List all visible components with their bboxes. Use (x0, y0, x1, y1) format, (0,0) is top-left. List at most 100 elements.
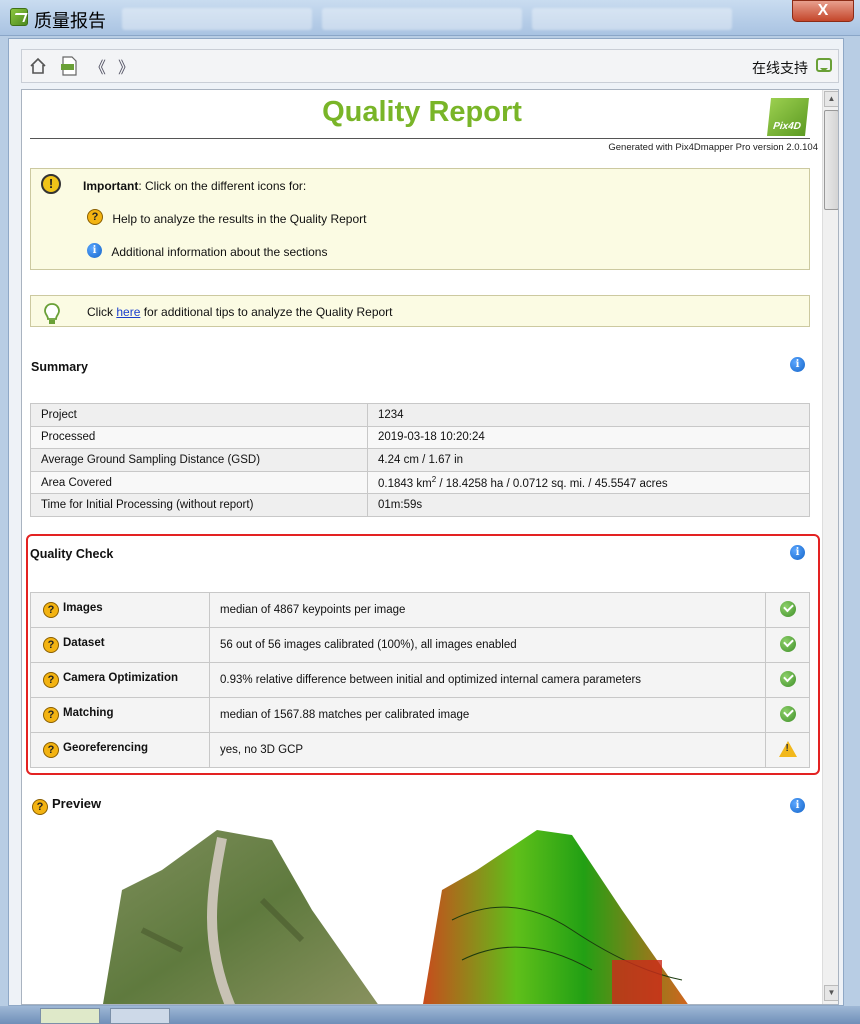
info-legend: i Additional information about the secti… (87, 242, 328, 259)
important-text: : Click on the different icons for: (138, 179, 307, 193)
scroll-down-arrow[interactable]: ▼ (824, 985, 838, 1001)
help-question-icon[interactable]: ? (43, 672, 59, 688)
chat-icon[interactable] (816, 58, 832, 72)
table-row: ? Images median of 4867 keypoints per ima… (30, 592, 810, 628)
summary-section-title: Summary (31, 360, 88, 374)
back-icon[interactable]: 《 (88, 56, 108, 77)
help-legend-text: Help to analyze the results in the Quali… (112, 212, 367, 226)
qc-label-text: Images (63, 602, 103, 614)
help-question-icon[interactable]: ? (43, 602, 59, 618)
preview-title-text: Preview (52, 796, 102, 811)
help-question-icon[interactable]: ? (43, 707, 59, 723)
background-tab-blurred[interactable] (322, 8, 522, 30)
table-row: Time for Initial Processing (without rep… (30, 493, 810, 517)
table-row: Average Ground Sampling Distance (GSD) 4… (30, 448, 810, 472)
window-client-area: 《 》 在线支持 Quality Report Pix4D Generated … (8, 38, 844, 1006)
qc-label-text: Matching (63, 707, 114, 719)
summary-label: Project (30, 403, 368, 427)
important-note-box: ! Important: Click on the different icon… (30, 168, 810, 270)
window-titlebar: 质量报告 X (0, 0, 860, 36)
home-icon[interactable] (28, 56, 48, 76)
window-title: 质量报告 (34, 11, 106, 31)
qc-status (765, 662, 810, 698)
qc-status (765, 697, 810, 733)
info-legend-text: Additional information about the section… (111, 245, 328, 259)
orthomosaic-preview-image (103, 830, 378, 1004)
vertical-scrollbar[interactable]: ▲ ▼ (822, 90, 838, 1004)
qc-status (765, 627, 810, 663)
forward-icon[interactable]: 》 (116, 56, 136, 77)
quality-check-table: ? Images median of 4867 keypoints per ima… (30, 592, 810, 768)
close-button[interactable]: X (792, 0, 854, 22)
help-question-icon[interactable]: ? (87, 209, 103, 225)
report-viewport[interactable]: Quality Report Pix4D Generated with Pix4… (21, 89, 839, 1005)
quality-check-info-icon[interactable]: i (790, 545, 805, 560)
tips-line: Click here for additional tips to analyz… (87, 305, 393, 319)
summary-value: 2019-03-18 10:20:24 (367, 425, 810, 450)
title-divider (30, 138, 810, 139)
warning-triangle-icon (778, 740, 797, 757)
important-label: Important (83, 179, 139, 193)
summary-label: Processed (30, 425, 368, 450)
qc-value: 56 out of 56 images calibrated (100%), a… (209, 627, 766, 663)
qc-label: ? Matching (30, 697, 210, 733)
qc-value: median of 1567.88 matches per calibrated… (209, 697, 766, 733)
background-tab-blurred[interactable] (122, 8, 312, 30)
info-icon[interactable]: i (87, 243, 102, 258)
qc-value: median of 4867 keypoints per image (209, 592, 766, 628)
tips-suffix: for additional tips to analyze the Quali… (140, 305, 393, 319)
scroll-up-arrow[interactable]: ▲ (824, 91, 838, 107)
dsm-preview-image (423, 830, 688, 1004)
preview-info-icon[interactable]: i (790, 798, 805, 813)
table-row: Processed 2019-03-18 10:20:24 (30, 425, 810, 450)
exclamation-icon: ! (41, 174, 61, 194)
taskbar-button[interactable] (110, 1008, 170, 1024)
summary-info-icon[interactable]: i (790, 357, 805, 372)
summary-value: 4.24 cm / 1.67 in (367, 448, 810, 472)
ok-check-icon (779, 670, 796, 687)
summary-table: Project 1234 Processed 2019-03-18 10:20:… (30, 403, 810, 517)
qc-label: ? Georeferencing (30, 732, 210, 768)
help-legend: ? Help to analyze the results in the Qua… (87, 209, 367, 226)
pix4d-logo: Pix4D (767, 98, 809, 136)
summary-value: 01m:59s (367, 493, 810, 517)
tips-prefix: Click (87, 305, 117, 319)
table-row: ? Georeferencing yes, no 3D GCP (30, 732, 810, 768)
quality-check-section-title: Quality Check (30, 547, 114, 561)
qc-value: yes, no 3D GCP (209, 732, 766, 768)
ok-check-icon (779, 705, 796, 722)
tips-here-link[interactable]: here (116, 305, 140, 319)
help-question-icon[interactable]: ? (43, 742, 59, 758)
qc-status (765, 592, 810, 628)
tips-note-box: Click here for additional tips to analyz… (30, 295, 810, 327)
report-title: Quality Report (322, 96, 522, 128)
help-question-icon[interactable]: ? (43, 637, 59, 653)
summary-label: Average Ground Sampling Distance (GSD) (30, 448, 368, 472)
toolbar: 《 》 在线支持 (21, 49, 839, 83)
generated-with-text: Generated with Pix4Dmapper Pro version 2… (608, 142, 818, 153)
table-row: ? Matching median of 1567.88 matches per … (30, 697, 810, 733)
qc-label: ? Camera Optimization (30, 662, 210, 698)
taskbar (0, 1006, 860, 1024)
scroll-thumb[interactable] (824, 110, 838, 210)
background-tab-blurred[interactable] (532, 8, 732, 30)
table-row: ? Dataset 56 out of 56 images calibrated … (30, 627, 810, 663)
area-value-rest: / 18.4258 ha / 0.0712 sq. mi. / 45.5547 … (436, 477, 668, 490)
ok-check-icon (779, 600, 796, 617)
qc-value: 0.93% relative difference between initia… (209, 662, 766, 698)
app-icon (10, 8, 28, 26)
ok-check-icon (779, 635, 796, 652)
summary-label: Time for Initial Processing (without rep… (30, 493, 368, 517)
qc-label: ? Images (30, 592, 210, 628)
area-value-main: 0.1843 km (378, 477, 432, 490)
summary-label: Area Covered (30, 470, 368, 495)
qc-label-text: Dataset (63, 637, 105, 649)
preview-section-title: ? Preview (32, 796, 101, 815)
help-question-icon[interactable]: ? (32, 799, 48, 815)
online-support-link[interactable]: 在线支持 (752, 58, 808, 78)
pdf-icon[interactable] (58, 56, 80, 76)
taskbar-button[interactable] (40, 1008, 100, 1024)
summary-value: 1234 (367, 403, 810, 427)
important-line: Important: Click on the different icons … (83, 179, 306, 193)
table-row: ? Camera Optimization 0.93% relative diff… (30, 662, 810, 698)
